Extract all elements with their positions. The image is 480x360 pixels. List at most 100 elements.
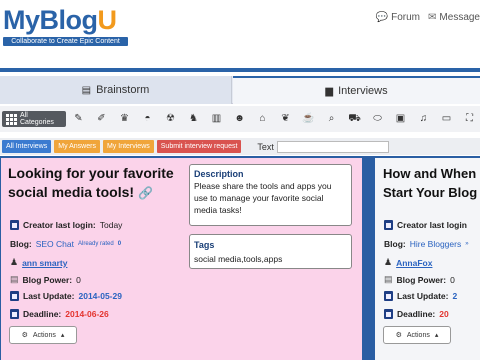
mail-icon: ✉ [428,12,437,23]
message-link[interactable]: ✉ Message [428,12,480,23]
forum-link[interactable]: 💬 Forum [376,12,420,23]
tab-interviews-label: Interviews [338,85,388,97]
board-icon: ▤ [81,84,92,96]
speech-icon: ▆ [325,85,334,97]
briefcase-icon[interactable]: ▣ [390,113,411,126]
my-interviews-button[interactable]: My Interviews [102,140,154,153]
category-bar: All Categories ✎ ✐ ♛ ◓ ☢ ♞ ▥ ☻ ⌂ ❦ ☕ ⌕ ⛟ ⬭ ▣ ♫ ▭ ⛶ [0,106,480,132]
all-categories-button[interactable]: All Categories [2,111,66,127]
people-icon[interactable]: ☻ [229,113,250,126]
all-categories-label: All Categories [20,112,54,126]
expand-icon[interactable]: ⛶ [459,113,480,126]
blog-power-label: Blog Power: [22,274,73,285]
document-icon: ▤ [384,274,393,284]
card-title-text: How and When [383,166,477,181]
gear-icon: ⚙ [395,332,402,339]
blog-link[interactable]: SEO Chat [36,239,74,249]
creator-login-label: Creator last login [397,220,467,230]
text-filter-input[interactable] [276,140,389,153]
link-icon[interactable]: 🔗 [138,186,153,200]
card-title[interactable]: How and When Start Your Blog [383,164,477,202]
interview-card: Looking for your favorite social media t… [1,158,362,360]
book-icon[interactable]: ▥ [206,113,227,126]
submit-interview-request-button[interactable]: Submit interview request [156,140,242,153]
coffee-icon[interactable]: ☕ [298,113,319,126]
trophy-icon[interactable]: ♛ [114,113,135,126]
radiation-icon[interactable]: ☢ [160,113,181,126]
blog-suffix: » [465,241,469,247]
laptop-icon[interactable]: ▭ [436,113,457,126]
last-update-value: 2 [452,291,458,301]
blog-label: Blog: [384,239,406,249]
creator-login-value: Today [99,220,123,230]
main-tabs: ▤ Brainstorm ▆ Interviews [0,76,480,104]
deadline-value: 2014-06-26 [65,309,109,319]
calendar-icon [10,220,19,230]
home-icon[interactable]: ⌂ [252,113,273,126]
creator-login-row: Creator last login: Today [10,220,122,230]
filter-bar: All Interviews My Answers My Interviews … [0,138,480,155]
description-text: Please share the tools and apps you use … [194,181,332,215]
interview-card: How and When Start Your Blog Creator las… [375,158,480,360]
deadline-label: Deadline: [397,309,436,319]
tab-brainstorm-label: Brainstorm [96,84,150,96]
logo[interactable]: MyBlogU Collaborate to Create Epic Conte… [3,3,133,46]
actions-dropdown[interactable]: ⚙ Actions ▴ [9,326,77,344]
car-icon[interactable]: ⛟ [344,113,365,126]
logo-tagline: Collaborate to Create Epic Content [3,37,128,46]
tab-interviews[interactable]: ▆ Interviews [233,76,480,104]
forum-link-label: Forum [391,12,421,23]
user-icon: ♟ [10,257,19,267]
calendar-icon [384,220,393,230]
gear-icon: ⚙ [21,332,28,339]
caret-up-icon: ▴ [434,332,439,339]
message-link-label: Message [439,12,480,23]
calendar-icon [10,309,19,319]
calendar-icon [10,291,19,301]
category-icons: ✎ ✐ ♛ ◓ ☢ ♞ ▥ ☻ ⌂ ❦ ☕ ⌕ ⛟ ⬭ ▣ ♫ ▭ ⛶ [66,113,480,126]
blog-row: Blog: SEO Chat Already rated 0 [10,239,121,249]
description-label: Description [194,169,244,179]
last-update-row: Last Update: 2014-05-29 [10,291,122,301]
top-links: 💬 Forum ✉ Message [376,12,480,23]
actions-dropdown[interactable]: ⚙ Actions ▴ [383,326,451,344]
blog-power-row: ▤ Blog Power: 0 [384,274,455,285]
last-update-row: Last Update: 2 [384,291,457,301]
brush-icon[interactable]: ✐ [91,113,112,126]
last-update-value: 2014-05-29 [78,291,122,301]
text-filter-label: Text [257,141,274,152]
deadline-label: Deadline: [23,309,62,319]
card-title[interactable]: Looking for your favorite social media t… [8,164,183,203]
bag-icon[interactable]: ◓ [137,113,158,126]
grid-icon [6,113,17,125]
blog-power-value: 0 [450,274,455,285]
blog-link[interactable]: Hire Bloggers [410,239,462,249]
blog-power-row: ▤ Blog Power: 0 [10,274,81,285]
all-interviews-button[interactable]: All Interviews [2,140,52,153]
author-row: ♟ AnnaFox [384,257,432,268]
logo-u: U [97,5,118,35]
calendar-icon [384,291,393,301]
deadline-row: Deadline: 2014-06-26 [10,309,109,319]
football-icon[interactable]: ⬭ [367,113,388,126]
tab-brainstorm[interactable]: ▤ Brainstorm [0,76,232,104]
blog-power-value: 0 [76,274,81,285]
pencil-icon[interactable]: ✎ [68,113,89,126]
caret-up-icon: ▴ [60,332,65,339]
search-icon[interactable]: ⌕ [321,113,342,126]
author-link[interactable]: ann smarty [22,258,67,268]
bell-icon[interactable]: ♫ [413,113,434,126]
horse-icon[interactable]: ♞ [183,113,204,126]
leaf-icon[interactable]: ❦ [275,113,296,126]
deadline-row: Deadline: 20 [384,309,449,319]
tags-label: Tags [194,240,215,250]
creator-login-row: Creator last login [384,220,467,230]
chat-icon: 💬 [375,12,389,23]
author-link[interactable]: AnnaFox [396,258,432,268]
last-update-label: Last Update: [397,291,449,301]
author-row: ♟ ann smarty [10,257,67,268]
my-answers-button[interactable]: My Answers [54,140,100,153]
actions-label: Actions [406,331,430,339]
logo-blog: Blog [39,5,99,35]
description-box: Description Please share the tools and a… [189,164,352,226]
